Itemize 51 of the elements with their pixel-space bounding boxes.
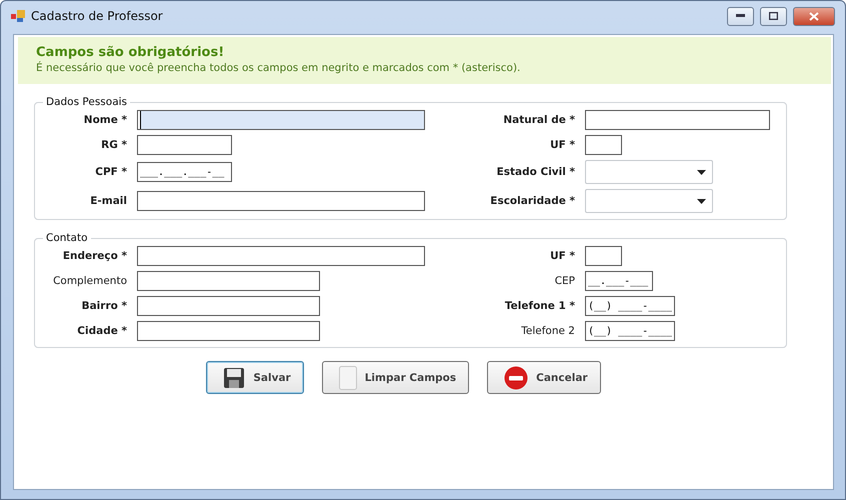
field-label: Estado Civil *	[496, 166, 575, 178]
field-label: Nome *	[82, 114, 127, 126]
field-label: UF *	[549, 139, 575, 151]
field-label: CEP	[554, 275, 575, 287]
no-entry-icon	[504, 366, 528, 390]
input-field[interactable]: ___.___.___-__	[137, 162, 232, 182]
input-field[interactable]	[137, 191, 425, 211]
input-field[interactable]	[585, 110, 770, 130]
field-label: Telefone 1 *	[504, 300, 575, 312]
field-label: Natural de *	[502, 114, 575, 126]
input-field[interactable]: (__) ____-____	[585, 321, 675, 341]
notice-text: É necessário que você preencha todos os campos em negrito e marcados com * (asterisco).	[36, 62, 522, 74]
dropdown-arrow-icon	[697, 170, 706, 174]
input-field[interactable]	[137, 246, 425, 266]
field-label: Endereço *	[62, 250, 127, 262]
save-button[interactable]: Salvar	[206, 361, 304, 394]
input-field[interactable]	[585, 246, 622, 266]
field-label: Complemento	[52, 275, 127, 287]
field-label: Escolaridade *	[489, 195, 575, 207]
input-field[interactable]	[137, 135, 232, 155]
field-label: CPF *	[94, 166, 127, 178]
close-button[interactable]	[793, 6, 835, 26]
minimize-icon	[736, 14, 745, 18]
input-field[interactable]	[585, 135, 622, 155]
clear-button[interactable]: Limpar Campos	[322, 361, 470, 394]
notice-title: Campos são obrigatórios!	[36, 45, 226, 60]
field-label: E-mail	[89, 195, 127, 207]
field-label: Bairro *	[80, 300, 127, 312]
input-field[interactable]	[137, 271, 320, 291]
dropdown-field[interactable]	[585, 189, 713, 213]
minimize-button[interactable]	[727, 6, 754, 26]
maximize-button[interactable]	[760, 6, 787, 26]
field-label: Telefone 2	[520, 325, 575, 337]
section-title: Dados Pessoais	[45, 96, 128, 108]
section-title: Contato	[45, 232, 89, 244]
field-label: Cidade *	[76, 325, 127, 337]
input-field[interactable]	[137, 110, 425, 130]
dropdown-arrow-icon	[697, 198, 706, 204]
dropdown-field[interactable]	[585, 160, 713, 184]
blank-page-icon	[338, 366, 357, 390]
maximize-icon	[769, 12, 778, 20]
input-field[interactable]: (__) ____-____	[585, 296, 675, 316]
input-field[interactable]	[137, 321, 320, 341]
close-icon	[809, 12, 819, 20]
window-title: Cadastro de Professor	[31, 9, 164, 23]
cancel-button[interactable]: Cancelar	[487, 361, 601, 394]
input-field[interactable]	[137, 296, 320, 316]
field-label: RG *	[100, 139, 127, 151]
field-label: UF *	[549, 250, 575, 262]
input-field[interactable]: __.___-___	[585, 271, 653, 291]
app-icon	[11, 10, 25, 22]
